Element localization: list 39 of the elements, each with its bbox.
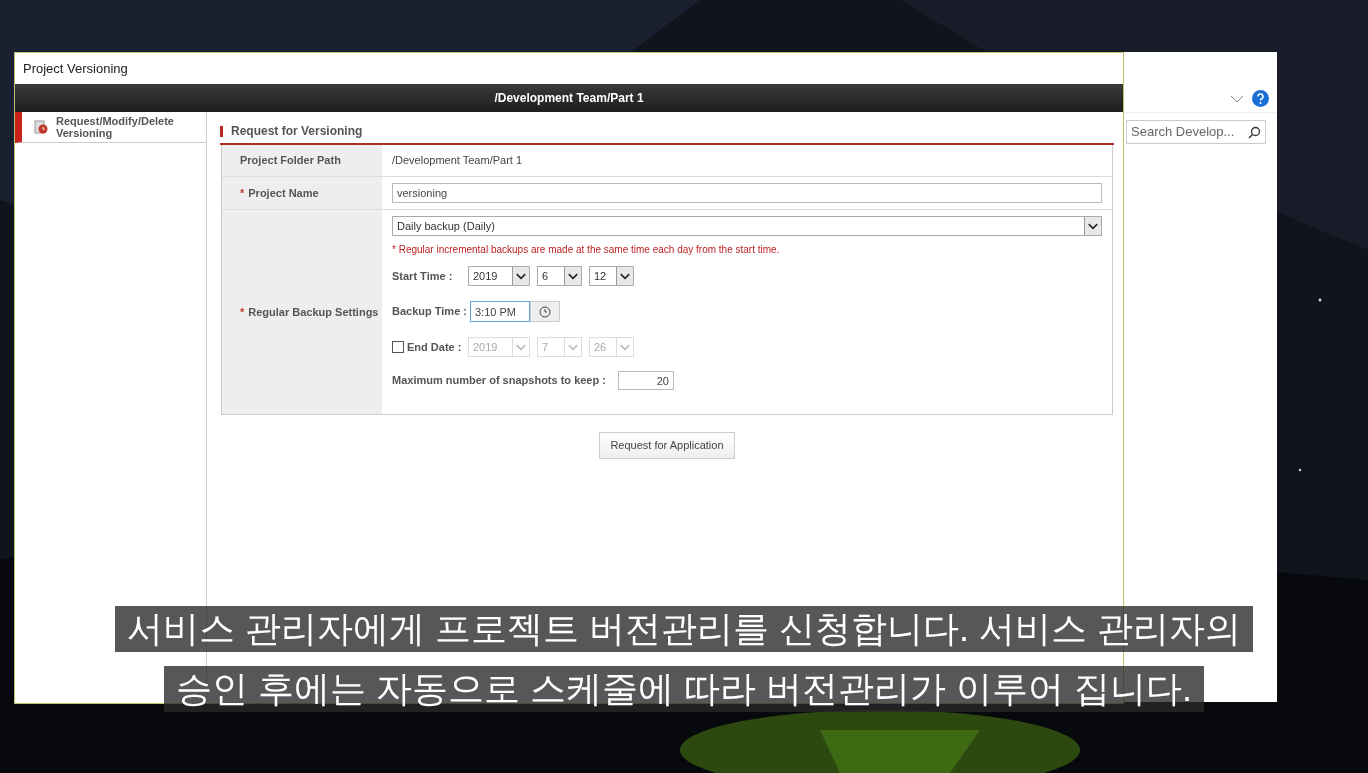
- note-text: * Regular incremental backups are made at the same time each day from the start time.: [392, 243, 781, 257]
- field-label: Regular Backup Settings: [248, 304, 379, 320]
- checkbox[interactable]: [392, 341, 404, 353]
- field-label: End Date :: [407, 339, 462, 355]
- window-title: Project Versioning: [23, 59, 128, 78]
- sidebar-item[interactable]: Request/Modify/Delete Versioning: [15, 112, 206, 143]
- dropdown[interactable]: Daily backup (Daily): [392, 216, 1102, 236]
- required-mark: *: [240, 304, 245, 320]
- header-title: /Development Team/Part 1: [494, 90, 644, 107]
- clock-document-icon: [34, 120, 48, 134]
- submit-button[interactable]: Request for Application: [599, 432, 735, 459]
- subtitle: 승인 후에는 자동으로 스케줄에 따라 버전관리가 이루어 집니다.: [164, 666, 1204, 712]
- field-label: Project Name: [248, 185, 319, 201]
- field-label: Maximum number of snapshots to keep :: [392, 373, 606, 389]
- dropdown[interactable]: 6: [537, 266, 582, 286]
- section-title: Request for Versioning: [231, 123, 363, 140]
- required-mark: *: [240, 185, 245, 201]
- section-marker: [220, 125, 223, 137]
- chevron-down-icon: [512, 338, 529, 356]
- dropdown[interactable]: 12: [589, 266, 634, 286]
- input-field[interactable]: 20: [617, 371, 674, 390]
- field-label: Project Folder Path: [240, 153, 341, 169]
- chevron-down-icon: [512, 267, 529, 285]
- chevron-down-icon: [616, 267, 633, 285]
- subtitle: 서비스 관리자에게 프로젝트 버전관리를 신청합니다. 서비스 관리자의: [115, 606, 1253, 652]
- chevron-down-icon: [616, 338, 633, 356]
- chevron-down-icon: [564, 267, 581, 285]
- chevron-down-icon: [1084, 217, 1101, 235]
- search-field[interactable]: Search Develop...: [1126, 120, 1266, 144]
- input-field[interactable]: versioning: [392, 183, 1102, 203]
- folder-path: /Development Team/Part 1: [392, 153, 523, 169]
- field-label: Start Time :: [392, 268, 454, 284]
- search-icon[interactable]: [1248, 125, 1261, 139]
- field-label: Backup Time :: [392, 304, 467, 320]
- dropdown[interactable]: 2019: [468, 266, 530, 286]
- chevron-down-icon[interactable]: [1230, 93, 1244, 104]
- chevron-down-icon: [564, 338, 581, 356]
- clock-icon[interactable]: [539, 305, 551, 318]
- help-icon[interactable]: [1252, 90, 1269, 107]
